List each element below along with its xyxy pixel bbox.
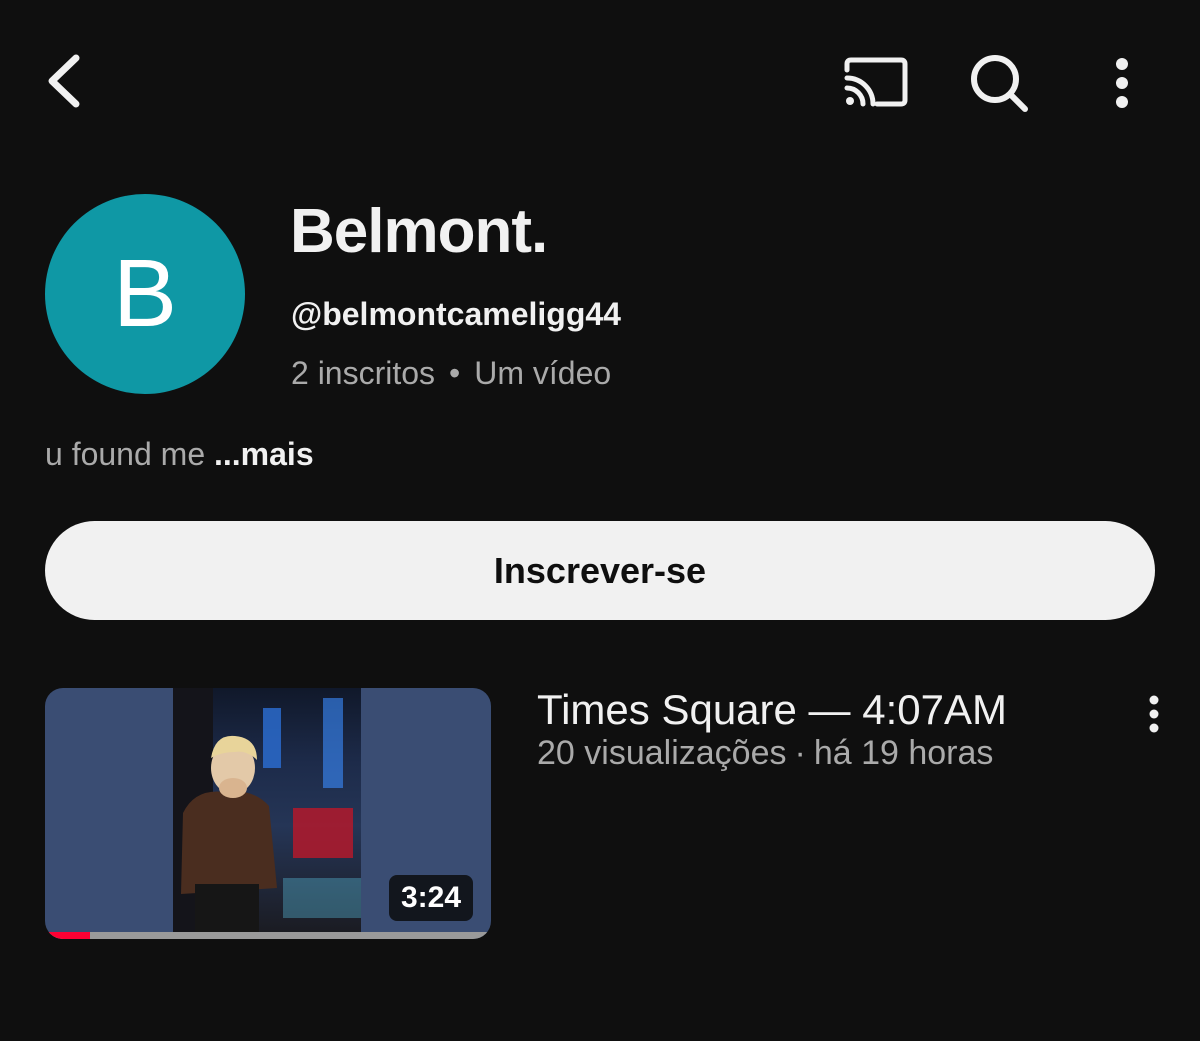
video-list-item[interactable]: 3:24 Times Square — 4:07AM 20 visualizaç…	[0, 686, 1200, 946]
thumbnail-image	[173, 688, 361, 939]
upload-age: há 19 horas	[813, 734, 994, 772]
more-vertical-icon	[1149, 695, 1159, 733]
video-options-button[interactable]	[1140, 694, 1168, 739]
watch-progress-bar	[45, 932, 491, 939]
description-text: u found me	[45, 436, 206, 472]
video-count: Um vídeo	[474, 355, 612, 391]
avatar-letter: B	[112, 240, 178, 347]
search-icon	[971, 55, 1028, 112]
channel-avatar[interactable]: B	[45, 194, 245, 394]
video-thumbnail[interactable]: 3:24	[45, 688, 491, 939]
top-bar	[0, 0, 1200, 165]
meta-separator: ·	[794, 734, 806, 772]
cast-button[interactable]	[843, 56, 909, 108]
channel-name: Belmont.	[290, 197, 548, 266]
video-duration: 3:24	[388, 875, 473, 921]
watch-progress-fill	[45, 932, 90, 939]
subscriber-count: 2 inscritos	[291, 355, 436, 391]
more-options-button[interactable]	[1108, 56, 1136, 110]
channel-description[interactable]: u found me ...mais	[45, 436, 314, 473]
back-button[interactable]	[40, 50, 88, 112]
subscribe-button[interactable]: Inscrever-se	[45, 521, 1155, 620]
video-metadata: 20 visualizações · há 19 horas	[537, 734, 993, 773]
stats-separator: •	[449, 355, 461, 391]
channel-handle: @belmontcameligg44	[291, 296, 621, 332]
cast-icon	[844, 57, 908, 107]
chevron-left-icon	[48, 54, 80, 108]
view-count: 20 visualizações	[537, 734, 787, 772]
more-link[interactable]: ...mais	[214, 436, 314, 472]
more-vertical-icon	[1116, 58, 1128, 108]
channel-stats: 2 inscritos • Um vídeo	[291, 355, 611, 392]
video-title[interactable]: Times Square — 4:07AM	[537, 686, 1007, 734]
search-button[interactable]	[968, 52, 1032, 116]
